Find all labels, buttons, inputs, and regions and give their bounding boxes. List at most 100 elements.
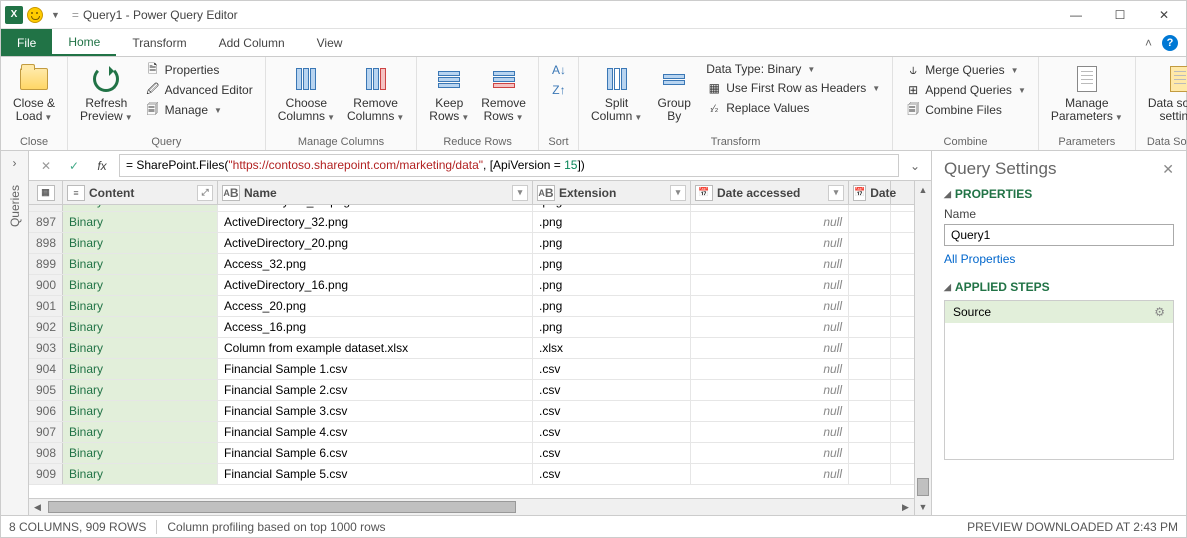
cell-content[interactable]: Binary (63, 317, 218, 337)
cell-name[interactable]: Access_32.png (218, 254, 533, 274)
table-row[interactable]: 909BinaryFinancial Sample 5.csv.csvnull (29, 464, 914, 485)
tab-file[interactable]: File (1, 29, 52, 56)
gear-icon[interactable]: ⚙ (1154, 305, 1165, 319)
tab-view[interactable]: View (301, 29, 359, 56)
cell-content[interactable]: Binary (63, 401, 218, 421)
horizontal-scrollbar[interactable]: ◀ ▶ (29, 498, 914, 515)
manage-parameters-button[interactable]: Manage Parameters▼ (1047, 61, 1127, 126)
keep-rows-button[interactable]: Keep Rows▼ (425, 61, 473, 126)
column-header-extension[interactable]: ABExtension▾ (533, 181, 691, 204)
row-index[interactable]: 901 (29, 296, 63, 316)
maximize-button[interactable]: ☐ (1098, 1, 1142, 29)
cell-extension[interactable]: .csv (533, 380, 691, 400)
cell-name[interactable]: Financial Sample 3.csv (218, 401, 533, 421)
cell-extension[interactable]: .png (533, 296, 691, 316)
close-pane-icon[interactable]: ✕ (1162, 161, 1174, 178)
cell-date-modified[interactable] (849, 254, 891, 274)
cell-content[interactable]: Binary (63, 422, 218, 442)
vertical-scrollbar[interactable]: ▲ ▼ (914, 181, 931, 515)
formula-input[interactable]: = SharePoint.Files("https://contoso.shar… (119, 154, 899, 177)
cell-name[interactable]: ActiveDirectory_32.png (218, 212, 533, 232)
row-index[interactable]: 897 (29, 212, 63, 232)
hscroll-thumb[interactable] (48, 501, 516, 513)
row-index[interactable]: 907 (29, 422, 63, 442)
tab-transform[interactable]: Transform (116, 29, 202, 56)
cell-date-modified[interactable] (849, 338, 891, 358)
row-header-corner[interactable]: ▦ (29, 181, 63, 204)
column-header-content[interactable]: ≡Content⤢ (63, 181, 218, 204)
qat-dropdown-icon[interactable]: ▼ (47, 10, 64, 20)
tab-home[interactable]: Home (52, 29, 116, 56)
cell-date-modified[interactable] (849, 380, 891, 400)
cell-content[interactable]: Binary (63, 380, 218, 400)
row-index[interactable]: 900 (29, 275, 63, 295)
cell-content[interactable]: Binary (63, 338, 218, 358)
cell-content[interactable]: Binary (63, 296, 218, 316)
queries-rail-label[interactable]: Queries (8, 185, 22, 227)
cell-name[interactable]: Financial Sample 4.csv (218, 422, 533, 442)
cell-content[interactable]: Binary (63, 233, 218, 253)
cell-extension[interactable]: .csv (533, 359, 691, 379)
collapse-ribbon-icon[interactable]: ˄ (1139, 29, 1158, 56)
cell-date-modified[interactable] (849, 401, 891, 421)
row-index[interactable]: 902 (29, 317, 63, 337)
refresh-preview-button[interactable]: Refresh Preview▼ (76, 61, 137, 126)
cell-date-accessed[interactable]: null (691, 212, 849, 232)
row-index[interactable]: 904 (29, 359, 63, 379)
cell-date-accessed[interactable]: null (691, 296, 849, 316)
cell-extension[interactable]: .png (533, 275, 691, 295)
combine-files-button[interactable]: 🗐Combine Files (901, 101, 1030, 119)
cell-name[interactable]: Access_20.png (218, 296, 533, 316)
expand-queries-icon[interactable]: › (1, 151, 28, 175)
row-index[interactable]: 903 (29, 338, 63, 358)
table-row[interactable]: 903BinaryColumn from example dataset.xls… (29, 338, 914, 359)
row-index[interactable]: 896 (29, 205, 63, 211)
cell-date-accessed[interactable]: null (691, 422, 849, 442)
cell-content[interactable]: Binary (63, 212, 218, 232)
cell-date-modified[interactable] (849, 464, 891, 484)
close-load-button[interactable]: Close & Load▼ (9, 61, 59, 126)
scroll-left-icon[interactable]: ◀ (29, 499, 46, 515)
formula-expand-icon[interactable]: ⌄ (905, 159, 925, 173)
cell-name[interactable]: Access_16.png (218, 317, 533, 337)
cell-name[interactable]: ActiveDirectory_16.png (218, 275, 533, 295)
filter-icon[interactable]: ▾ (828, 185, 844, 201)
append-queries-button[interactable]: ⊞Append Queries▼ (901, 81, 1030, 99)
cell-content[interactable]: Binary (63, 443, 218, 463)
expand-icon[interactable]: ⤢ (197, 185, 213, 201)
remove-columns-button[interactable]: Remove Columns▼ (343, 61, 408, 126)
remove-rows-button[interactable]: Remove Rows▼ (477, 61, 530, 126)
tab-add-column[interactable]: Add Column (203, 29, 301, 56)
cell-date-accessed[interactable]: null (691, 443, 849, 463)
scroll-down-icon[interactable]: ▼ (915, 498, 931, 515)
cell-content[interactable]: Binary (63, 275, 218, 295)
all-properties-link[interactable]: All Properties (944, 252, 1174, 266)
table-row[interactable]: 899BinaryAccess_32.png.pngnull (29, 254, 914, 275)
replace-values-button[interactable]: ₁⁄₂Replace Values (702, 99, 884, 117)
cell-date-modified[interactable] (849, 443, 891, 463)
cell-extension[interactable]: .csv (533, 464, 691, 484)
split-column-button[interactable]: Split Column▼ (587, 61, 646, 126)
cell-date-accessed[interactable]: null (691, 464, 849, 484)
table-row[interactable]: 907BinaryFinancial Sample 4.csv.csvnull (29, 422, 914, 443)
cell-extension[interactable]: .xlsx (533, 338, 691, 358)
close-button[interactable]: ✕ (1142, 1, 1186, 29)
cell-date-accessed[interactable]: null (691, 380, 849, 400)
formula-cancel-icon[interactable]: ✕ (35, 155, 57, 177)
cell-date-accessed[interactable]: null (691, 317, 849, 337)
row-index[interactable]: 908 (29, 443, 63, 463)
group-by-button[interactable]: Group By (650, 61, 698, 125)
smiley-icon[interactable] (27, 7, 43, 23)
cell-date-modified[interactable] (849, 317, 891, 337)
cell-name[interactable]: ActiveDirectory_20.png (218, 233, 533, 253)
cell-extension[interactable]: .png (533, 212, 691, 232)
cell-content[interactable]: Binary (63, 464, 218, 484)
cell-name[interactable]: Financial Sample 5.csv (218, 464, 533, 484)
hscroll-track[interactable] (46, 499, 897, 515)
table-row[interactable]: 908BinaryFinancial Sample 6.csv.csvnull (29, 443, 914, 464)
properties-button[interactable]: 🗎Properties (141, 61, 257, 79)
first-row-headers-button[interactable]: ▦Use First Row as Headers▼ (702, 79, 884, 97)
row-index[interactable]: 905 (29, 380, 63, 400)
cell-date-accessed[interactable]: null (691, 205, 849, 211)
cell-extension[interactable]: .png (533, 233, 691, 253)
